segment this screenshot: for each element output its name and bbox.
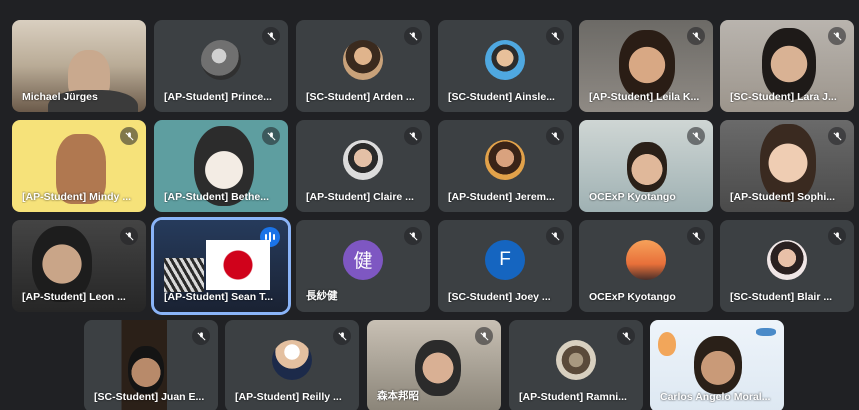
avatar: F	[485, 239, 525, 280]
participant-name: [AP-Student] Ramni...	[519, 391, 627, 403]
participant-name: [AP-Student] Claire ...	[306, 191, 414, 203]
mic-off-icon	[687, 127, 705, 145]
participant-tile[interactable]: [SC-Student] Juan E...	[84, 320, 218, 410]
participant-tile[interactable]: 健 長紗健	[296, 220, 430, 312]
mic-off-icon	[404, 127, 422, 145]
participant-tile[interactable]: [SC-Student] Ainsle...	[438, 20, 572, 112]
mic-off-icon	[828, 127, 846, 145]
participant-tile[interactable]: 森本邦昭	[367, 320, 501, 410]
participant-name: [AP-Student] Reilly ...	[235, 391, 342, 403]
participant-name: [SC-Student] Juan E...	[94, 391, 205, 403]
mic-off-icon	[120, 227, 138, 245]
participant-tile[interactable]: Carlos Angelo Moral...	[650, 320, 784, 410]
avatar	[485, 39, 525, 80]
video-feed	[619, 30, 675, 100]
avatar	[343, 39, 383, 80]
participant-tile[interactable]: OCExP Kyotango	[579, 220, 713, 312]
video-feed	[694, 336, 742, 394]
avatar	[556, 339, 596, 380]
participant-name: OCExP Kyotango	[589, 291, 676, 303]
participant-name: [AP-Student] Sophi...	[730, 191, 835, 203]
participant-tile[interactable]: [AP-Student] Ramni...	[509, 320, 643, 410]
participant-name: [AP-Student] Bethe...	[164, 191, 269, 203]
avatar	[767, 239, 807, 280]
mic-off-icon	[828, 227, 846, 245]
participant-tile[interactable]: [AP-Student] Mindy ...	[12, 120, 146, 212]
avatar	[201, 39, 241, 80]
participant-tile[interactable]: [AP-Student] Claire ...	[296, 120, 430, 212]
mic-off-icon	[404, 227, 422, 245]
video-feed	[128, 346, 164, 394]
mic-off-icon	[192, 327, 210, 345]
mic-off-icon	[617, 327, 635, 345]
participant-name: [SC-Student] Blair ...	[730, 291, 833, 303]
mic-off-icon	[333, 327, 351, 345]
participant-tile[interactable]: [SC-Student] Lara J...	[720, 20, 854, 112]
participant-tile[interactable]: [AP-Student] Leon ...	[12, 220, 146, 312]
participant-name: [AP-Student] Mindy ...	[22, 191, 132, 203]
mic-off-icon	[404, 27, 422, 45]
mic-off-icon	[546, 227, 564, 245]
mic-off-icon	[475, 327, 493, 345]
participant-tile[interactable]: [SC-Student] Blair ...	[720, 220, 854, 312]
participant-name: 長紗健	[306, 290, 338, 302]
plane-image	[756, 328, 776, 336]
participant-tile[interactable]: [AP-Student] Jerem...	[438, 120, 572, 212]
video-feed	[164, 258, 204, 292]
mic-off-icon	[262, 127, 280, 145]
participant-name: [AP-Student] Leila K...	[589, 91, 700, 103]
participant-tile[interactable]: [AP-Student] Sean T...	[154, 220, 288, 312]
participant-tile[interactable]: [AP-Student] Prince...	[154, 20, 288, 112]
mic-off-icon	[687, 27, 705, 45]
avatar	[272, 339, 312, 380]
participant-name: [SC-Student] Joey ...	[448, 291, 551, 303]
participant-name: [SC-Student] Lara J...	[730, 91, 837, 103]
avatar	[485, 139, 525, 180]
participant-name: [SC-Student] Ainsle...	[448, 91, 555, 103]
participant-name: 森本邦昭	[377, 390, 419, 402]
participant-name: Carlos Angelo Moral...	[660, 391, 771, 403]
video-feed	[627, 142, 667, 192]
mic-off-icon	[828, 27, 846, 45]
participant-name: [AP-Student] Jerem...	[448, 191, 555, 203]
participant-tile[interactable]: [SC-Student] Arden ...	[296, 20, 430, 112]
mic-off-icon	[262, 27, 280, 45]
avatar: 健	[343, 239, 383, 280]
participant-name: [AP-Student] Leon ...	[22, 291, 126, 303]
mic-off-icon	[120, 127, 138, 145]
participant-name: Michael Jürges	[22, 91, 98, 103]
balloon-image	[658, 332, 676, 356]
participant-tile[interactable]: [AP-Student] Sophi...	[720, 120, 854, 212]
participant-tile[interactable]: [AP-Student] Leila K...	[579, 20, 713, 112]
flag-image	[206, 240, 270, 290]
participant-tile[interactable]: OCExP Kyotango	[579, 120, 713, 212]
video-feed	[762, 28, 816, 100]
participant-name: [AP-Student] Prince...	[164, 91, 272, 103]
mic-off-icon	[546, 127, 564, 145]
participant-name: [AP-Student] Sean T...	[164, 291, 274, 303]
participant-name: OCExP Kyotango	[589, 191, 676, 203]
participant-tile[interactable]: F [SC-Student] Joey ...	[438, 220, 572, 312]
avatar	[343, 139, 383, 180]
participant-tile[interactable]: Michael Jürges	[12, 20, 146, 112]
participant-name: [SC-Student] Arden ...	[306, 91, 415, 103]
mic-off-icon	[546, 27, 564, 45]
participant-tile[interactable]: [AP-Student] Reilly ...	[225, 320, 359, 410]
mic-off-icon	[687, 227, 705, 245]
participant-tile[interactable]: [AP-Student] Bethe...	[154, 120, 288, 212]
avatar	[626, 239, 666, 280]
